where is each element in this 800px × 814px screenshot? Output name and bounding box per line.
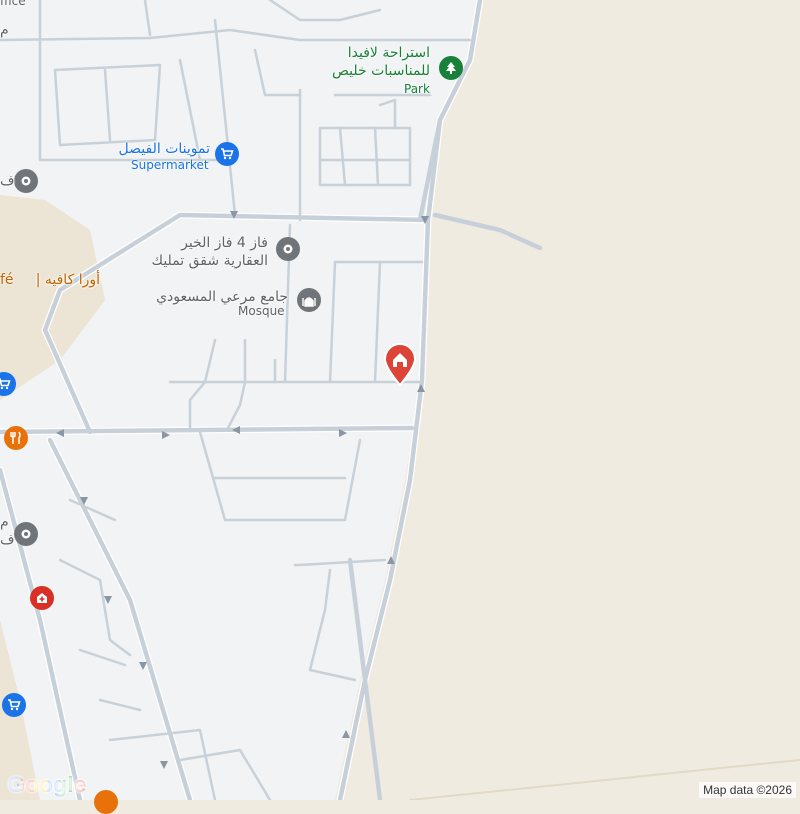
fork-knife-icon[interactable] (4, 426, 28, 450)
place-icon[interactable] (14, 169, 38, 193)
fork-knife-icon[interactable] (94, 790, 118, 814)
map-attribution: Map data ©2026 (699, 782, 796, 798)
tree-icon[interactable] (439, 56, 463, 80)
cafe-name-ar[interactable]: أورا كافيه | (36, 272, 100, 288)
cafe-name-en[interactable]: fé (0, 272, 14, 288)
realestate-name-line2[interactable]: العقارية شقق تمليك (152, 253, 268, 269)
mosque-type-label: Mosque (238, 304, 285, 318)
supermarket-name[interactable]: تموينات الفيصل (119, 141, 210, 157)
realestate-name-line1[interactable]: فاز 4 فاز الخير (181, 235, 268, 251)
left-place-label[interactable]: م (0, 514, 9, 530)
park-name-line2[interactable]: للمناسبات خليص (332, 63, 430, 79)
google-logo-text: Google (8, 772, 87, 797)
home-marker-icon[interactable] (382, 342, 418, 387)
park-name-line1[interactable]: استراحة لافيدا (348, 45, 430, 61)
place-icon[interactable] (14, 522, 38, 546)
hospital-cross-icon[interactable] (30, 586, 54, 610)
mosque-icon[interactable] (297, 288, 321, 312)
supermarket-type-label: Supermarket (131, 158, 209, 172)
park-type-label: Park (404, 82, 430, 96)
mosque-name[interactable]: جامع مرعي المسعودي (156, 289, 288, 305)
top-edge-label: ffice (0, 0, 26, 8)
place-icon[interactable] (276, 237, 300, 261)
left-place-label[interactable]: ف (0, 173, 15, 189)
map-canvas[interactable] (0, 0, 800, 800)
shopping-cart-icon[interactable] (2, 693, 26, 717)
shopping-cart-icon[interactable] (215, 142, 239, 166)
left-place-label[interactable]: ف (0, 532, 15, 548)
left-edge-label: م (0, 22, 9, 38)
google-logo: Google (8, 772, 87, 798)
